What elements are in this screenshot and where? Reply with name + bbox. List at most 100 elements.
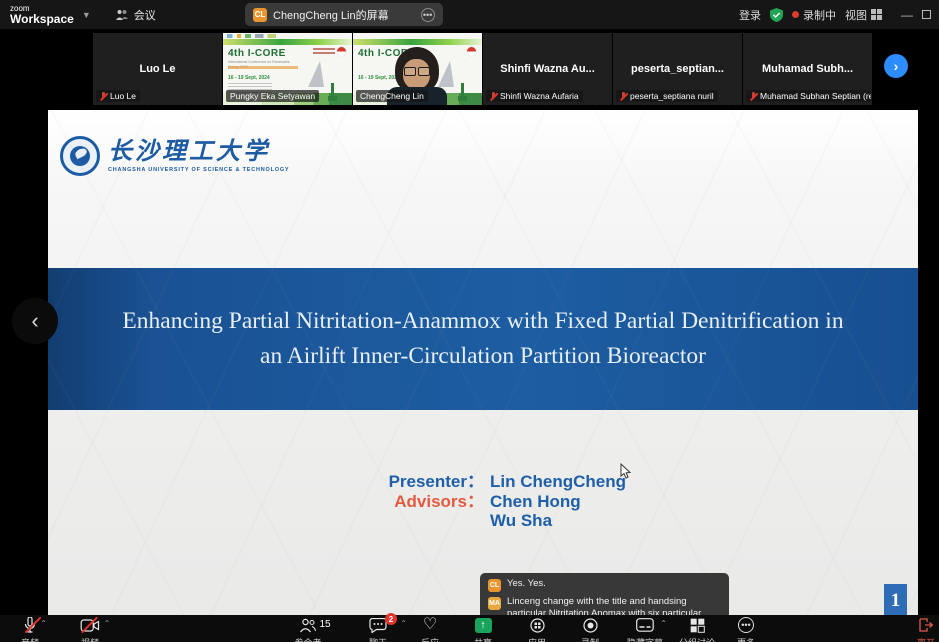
minimize-button[interactable]: — [901,8,913,22]
breakout-grid-icon [689,618,704,633]
chat-label: 聊天 [369,636,387,642]
chat-caret-icon[interactable]: ⌃ [400,619,407,628]
leave-label: 离开 [917,636,935,642]
next-participants-button[interactable]: › [884,54,908,78]
name-tag-label: Muhamad Subhan Septian (re... [760,91,871,101]
poster-green-band [353,39,482,45]
heart-icon: ♡ [423,617,437,633]
titlebar-right: 登录 录制中 视图 — [739,0,931,29]
chat-button[interactable]: 2 ⌃ 聊天 [369,617,387,642]
advisors-label: Advisors： [388,492,484,512]
leave-button[interactable]: 离开 [917,617,935,642]
apps-button[interactable]: 应用 [528,617,546,642]
more-ellipsis-icon: ••• [738,617,754,633]
university-name-en: CHANGSHA UNIVERSITY OF SCIENCE & TECHNOL… [108,167,289,173]
shared-screen-tab[interactable]: CL ChengCheng Lin的屏幕 ••• [245,3,443,26]
shared-slide: 长沙理工大学 CHANGSHA UNIVERSITY OF SCIENCE & … [48,110,918,617]
participant-tile-peserta[interactable]: peserta_septian... peserta_septiana nuri… [613,33,742,105]
tab-options-icon[interactable]: ••• [421,8,435,22]
participants-button[interactable]: 15 参会者 [294,617,321,642]
record-label: 录制 [581,636,599,642]
name-tag: Shinfi Wazna Aufaria [486,90,583,102]
avatar: CL [253,8,267,22]
record-icon [582,618,597,633]
certificate-theme-line [228,66,298,69]
chat-message-text: Yes. Yes. [507,578,546,592]
certificate-tower-graphic [331,83,334,101]
titlebar: zoom Workspace ▼ 会议 CL ChengCheng Lin的屏幕… [0,0,939,29]
share-screen-button[interactable]: ↑ 共享 [474,617,492,642]
certificate-title: 4th I-CORE [228,48,286,59]
meeting-toolbar: ⌃ 音频 ⌃ 视频 15 参会者 2 ⌃ 聊天 [0,615,939,642]
captions-caret-icon[interactable]: ⌃ [660,619,667,628]
name-tag: Pungky Eka Setyawan [226,90,319,102]
slide-page-number: 1 [884,584,907,617]
record-button[interactable]: 录制 [581,617,599,642]
indonesia-flag-icon [337,47,346,56]
meeting-label: 会议 [134,7,156,23]
meeting-menu[interactable]: 会议 [115,7,156,23]
reactions-label: 反应 [421,636,439,642]
zoom-meeting-window: zoom Workspace ▼ 会议 CL ChengCheng Lin的屏幕… [0,0,939,642]
presenter-label: Presenter： [388,472,484,492]
more-label: 更多 [737,636,755,642]
poster-triangle-graphic [438,61,454,87]
participant-strip: Luo Le Luo Le 4th I-CORE International C… [93,33,872,105]
more-button[interactable]: ••• 更多 [737,617,755,642]
name-tag: Muhamad Subhan Septian (re... [746,90,871,102]
brand-workspace: Workspace [10,13,74,25]
advisor-name-1: Chen Hong [490,492,581,512]
audio-label: 音频 [21,636,39,642]
view-grid-icon [871,9,882,20]
avatar: MA [488,597,501,610]
slide-title-line1: Enhancing Partial Nitritation-Anammox wi… [122,304,843,339]
recording-indicator: 录制中 [792,7,836,23]
apps-label: 应用 [528,636,546,642]
name-tag-label: peserta_septiana nuril [630,91,714,101]
mouse-cursor [620,463,632,479]
participant-tile-chengcheng-video[interactable]: 4th I-CORE 16 - 19 Sept, 2024 ChengCheng… [353,33,482,105]
view-button[interactable]: 视图 [845,7,882,23]
chevron-down-icon[interactable]: ▼ [82,10,91,20]
university-emblem-icon [60,136,100,176]
muted-mic-icon [620,92,627,101]
participant-tile-shinfi[interactable]: Shinfi Wazna Au... Shinfi Wazna Aufaria [483,33,612,105]
previous-arrow-button[interactable]: ‹ [12,298,58,344]
people-icon [115,9,129,21]
recording-dot-icon [792,11,799,18]
university-logo: 长沙理工大学 CHANGSHA UNIVERSITY OF SCIENCE & … [60,136,289,176]
chat-overlay[interactable]: CL Yes. Yes. MA Linceng change with the … [480,573,729,619]
video-button[interactable]: ⌃ 视频 [81,617,100,642]
participants-count: 15 [319,619,330,630]
recording-label: 录制中 [803,7,836,23]
muted-mic-icon [100,92,107,101]
apps-icon [529,618,544,633]
audio-button[interactable]: ⌃ 音频 [21,617,39,642]
muted-mic-icon [750,92,757,101]
view-label: 视图 [845,7,867,23]
presenter-name: Lin ChengCheng [490,472,626,492]
maximize-button[interactable] [922,10,931,19]
video-caret-icon[interactable]: ⌃ [104,619,111,628]
security-shield-icon[interactable] [770,8,783,22]
audio-caret-icon[interactable]: ⌃ [40,619,47,628]
login-button[interactable]: 登录 [739,7,761,23]
breakout-rooms-button[interactable]: 分组讨论 [679,617,715,642]
slide-title-line2: an Airlift Inner-Circulation Partition B… [260,339,706,374]
muted-mic-icon [490,92,497,101]
certificate-logos [227,34,297,38]
captions-button[interactable]: ⌃ 隐藏字幕 [627,617,663,642]
certificate-triangle-graphic [308,61,324,87]
participant-tile-muhamad[interactable]: Muhamad Subh... Muhamad Subhan Septian (… [743,33,872,105]
participant-tile-pungky[interactable]: 4th I-CORE International Conference on R… [223,33,352,105]
name-tag-label: Shinfi Wazna Aufaria [500,91,579,101]
shared-screen-tab-label: ChengCheng Lin的屏幕 [273,7,389,23]
zoom-workspace-logo: zoom Workspace [10,5,74,25]
avatar: CL [488,579,501,592]
share-label: 共享 [474,636,492,642]
participant-tile-luo-le[interactable]: Luo Le Luo Le [93,33,222,105]
leave-icon [919,618,933,632]
reactions-button[interactable]: ♡ 反应 [421,617,439,642]
certificate-date: 16 - 19 Sept, 2024 [228,75,270,81]
name-tag-label: Pungky Eka Setyawan [230,91,315,101]
